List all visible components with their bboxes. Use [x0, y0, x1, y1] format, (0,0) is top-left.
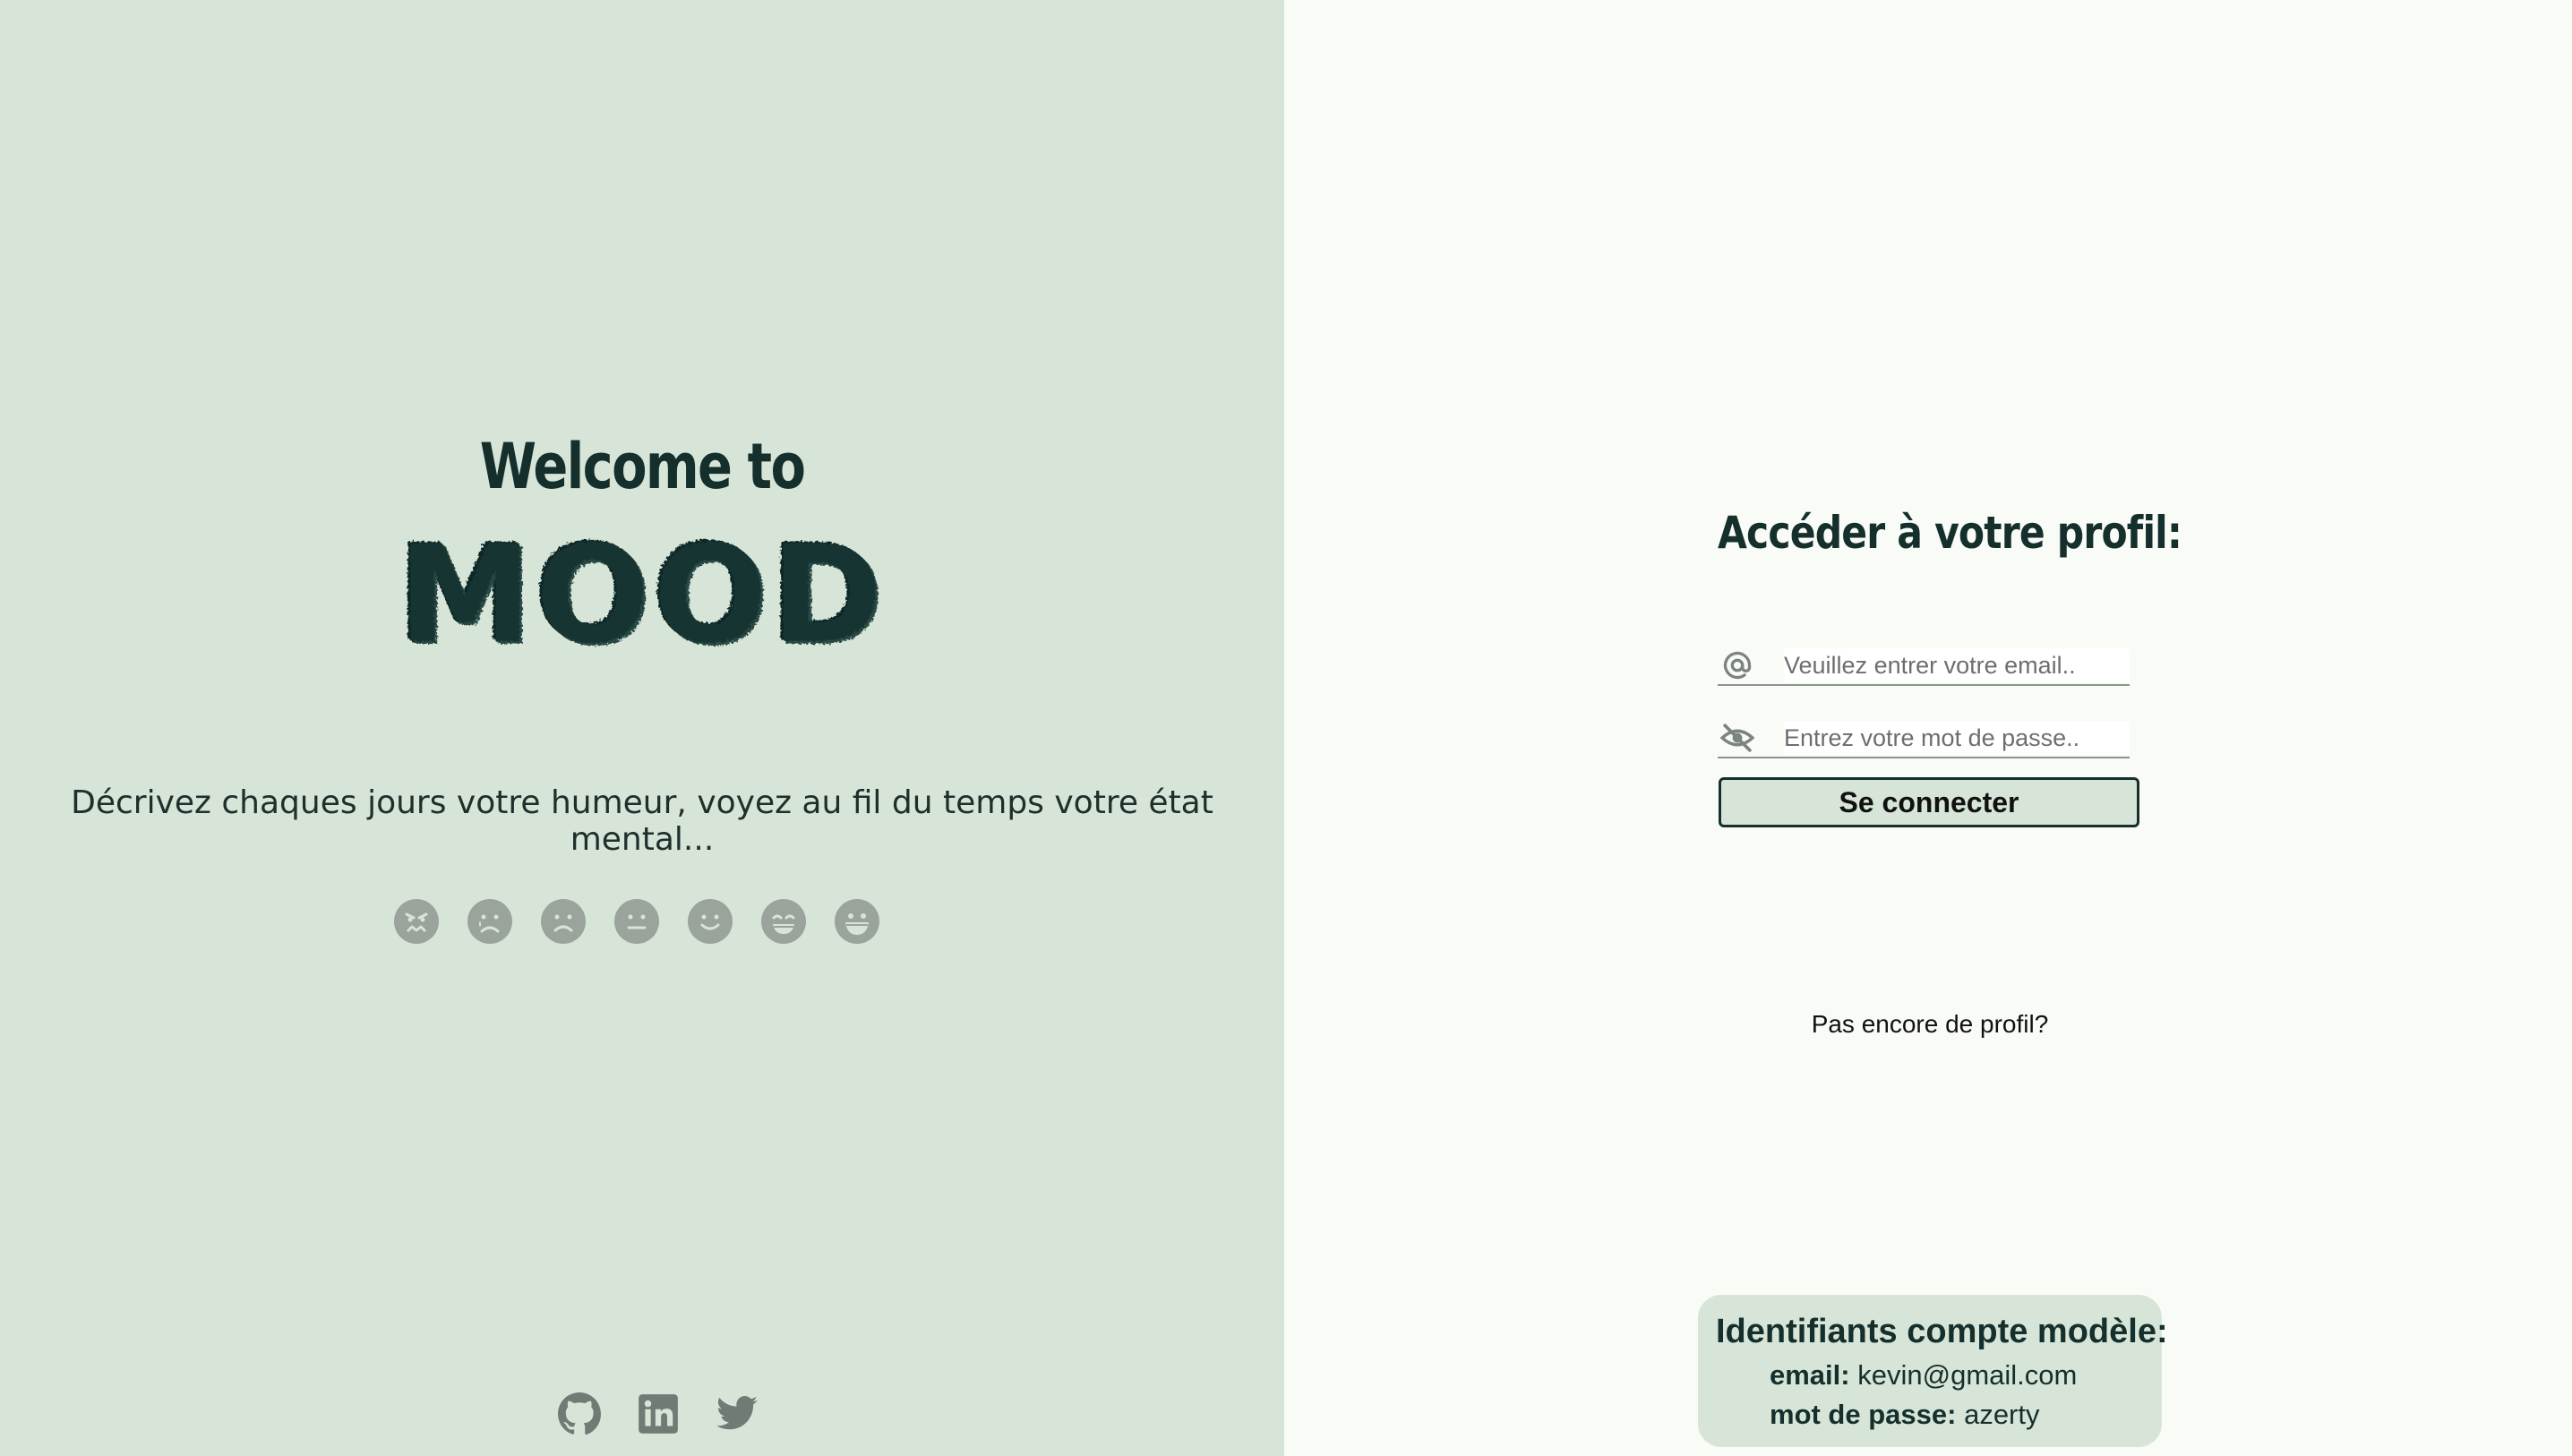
- tagline: Décrivez chaques jours votre humeur, voy…: [71, 784, 1213, 858]
- neutral-face-icon: [614, 899, 659, 944]
- demo-email-label: email:: [1770, 1359, 1850, 1391]
- social-links: [557, 1392, 759, 1436]
- login-button[interactable]: Se connecter: [1719, 777, 2139, 827]
- welcome-heading: Welcome to: [479, 430, 806, 503]
- email-field: [1718, 647, 2130, 686]
- eye-slash-icon[interactable]: [1718, 719, 1757, 757]
- demo-password-value: azerty: [1964, 1399, 2040, 1430]
- demo-password-label: mot de passe:: [1770, 1399, 1957, 1430]
- demo-credentials-card: Identifiants compte modèle: email: kevin…: [1698, 1295, 2168, 1447]
- github-icon[interactable]: [557, 1392, 602, 1436]
- twitter-icon[interactable]: [715, 1392, 759, 1436]
- login-panel: Accéder à votre profil: Se connecter: [1284, 0, 2572, 1456]
- login-title: Accéder à votre profil:: [1718, 507, 2182, 559]
- sad-face-icon: [541, 899, 586, 944]
- signup-link[interactable]: Pas encore de profil?: [1718, 1010, 2142, 1039]
- crying-face-icon: [467, 899, 512, 944]
- at-sign-icon: [1718, 647, 1757, 684]
- furious-face-icon: [394, 899, 439, 944]
- brand-text: MOOD: [398, 518, 887, 673]
- linkedin-icon[interactable]: [636, 1392, 681, 1436]
- brand-logo: MOOD: [0, 528, 1284, 663]
- password-field: [1718, 719, 2130, 758]
- email-input[interactable]: [1784, 648, 2130, 682]
- laughing-face-icon: [835, 899, 879, 944]
- demo-email-value: kevin@gmail.com: [1857, 1359, 2078, 1391]
- grin-face-icon: [761, 899, 806, 944]
- welcome-panel: Welcome to MOOD Décrivez chaques jours v…: [0, 0, 1284, 1456]
- password-input[interactable]: [1784, 721, 2130, 755]
- mood-scale: [394, 899, 879, 944]
- demo-credentials-title: Identifiants compte modèle:: [1716, 1313, 2168, 1350]
- page: Welcome to MOOD Décrivez chaques jours v…: [0, 0, 2572, 1456]
- demo-email-line: email: kevin@gmail.com: [1770, 1359, 2077, 1392]
- smile-face-icon: [688, 899, 733, 944]
- demo-password-line: mot de passe: azerty: [1770, 1399, 2040, 1431]
